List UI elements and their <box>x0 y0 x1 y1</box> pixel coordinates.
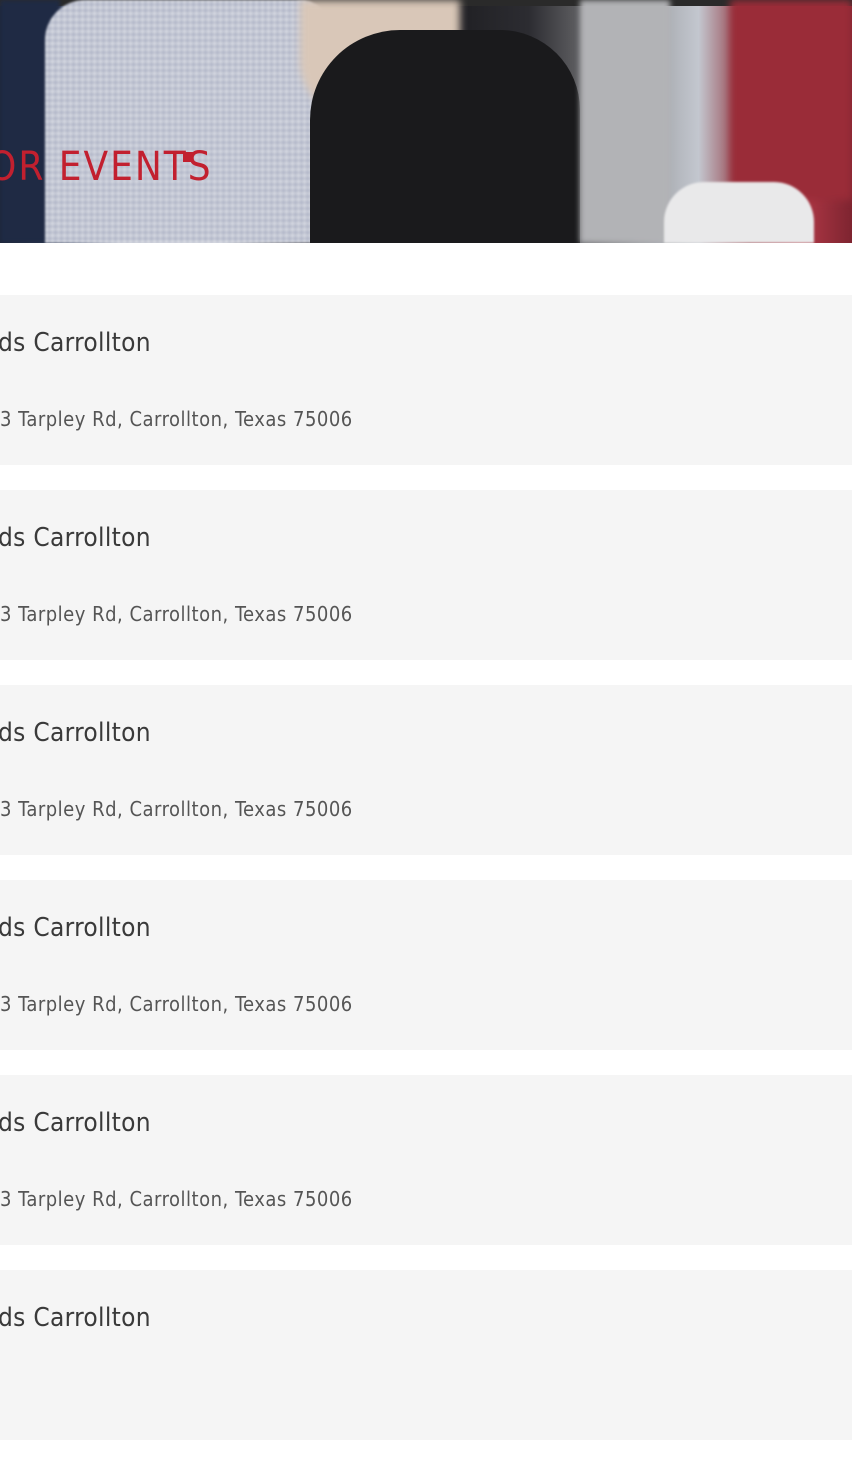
accent-square-icon <box>183 152 193 162</box>
event-address: 3 Tarpley Rd, Carrollton, Texas 75006 <box>0 797 353 821</box>
page-title: OR EVENTS <box>0 144 213 190</box>
event-card[interactable]: ds Carrollton 3 Tarpley Rd, Carrollton, … <box>0 295 852 465</box>
event-name[interactable]: ds Carrollton <box>0 913 151 943</box>
event-address: 3 Tarpley Rd, Carrollton, Texas 75006 <box>0 992 353 1016</box>
event-name[interactable]: ds Carrollton <box>0 718 151 748</box>
hero-photo-region <box>45 0 330 243</box>
hero-photo-region <box>310 30 580 243</box>
hero-photo-region <box>730 0 852 200</box>
hero-photo-region <box>664 182 814 243</box>
hero-photo-region <box>580 0 670 243</box>
event-card[interactable]: ds Carrollton <box>0 1270 852 1440</box>
hero-banner: OR EVENTS <box>0 0 852 243</box>
event-card[interactable]: ds Carrollton 3 Tarpley Rd, Carrollton, … <box>0 1075 852 1245</box>
event-address: 3 Tarpley Rd, Carrollton, Texas 75006 <box>0 407 353 431</box>
event-card[interactable]: ds Carrollton 3 Tarpley Rd, Carrollton, … <box>0 880 852 1050</box>
event-name[interactable]: ds Carrollton <box>0 1108 151 1138</box>
event-card[interactable]: ds Carrollton 3 Tarpley Rd, Carrollton, … <box>0 490 852 660</box>
event-name[interactable]: ds Carrollton <box>0 328 151 358</box>
event-name[interactable]: ds Carrollton <box>0 1303 151 1333</box>
event-address: 3 Tarpley Rd, Carrollton, Texas 75006 <box>0 1187 353 1211</box>
event-list: ds Carrollton 3 Tarpley Rd, Carrollton, … <box>0 295 852 1465</box>
event-address: 3 Tarpley Rd, Carrollton, Texas 75006 <box>0 602 353 626</box>
event-card[interactable]: ds Carrollton 3 Tarpley Rd, Carrollton, … <box>0 685 852 855</box>
event-name[interactable]: ds Carrollton <box>0 523 151 553</box>
